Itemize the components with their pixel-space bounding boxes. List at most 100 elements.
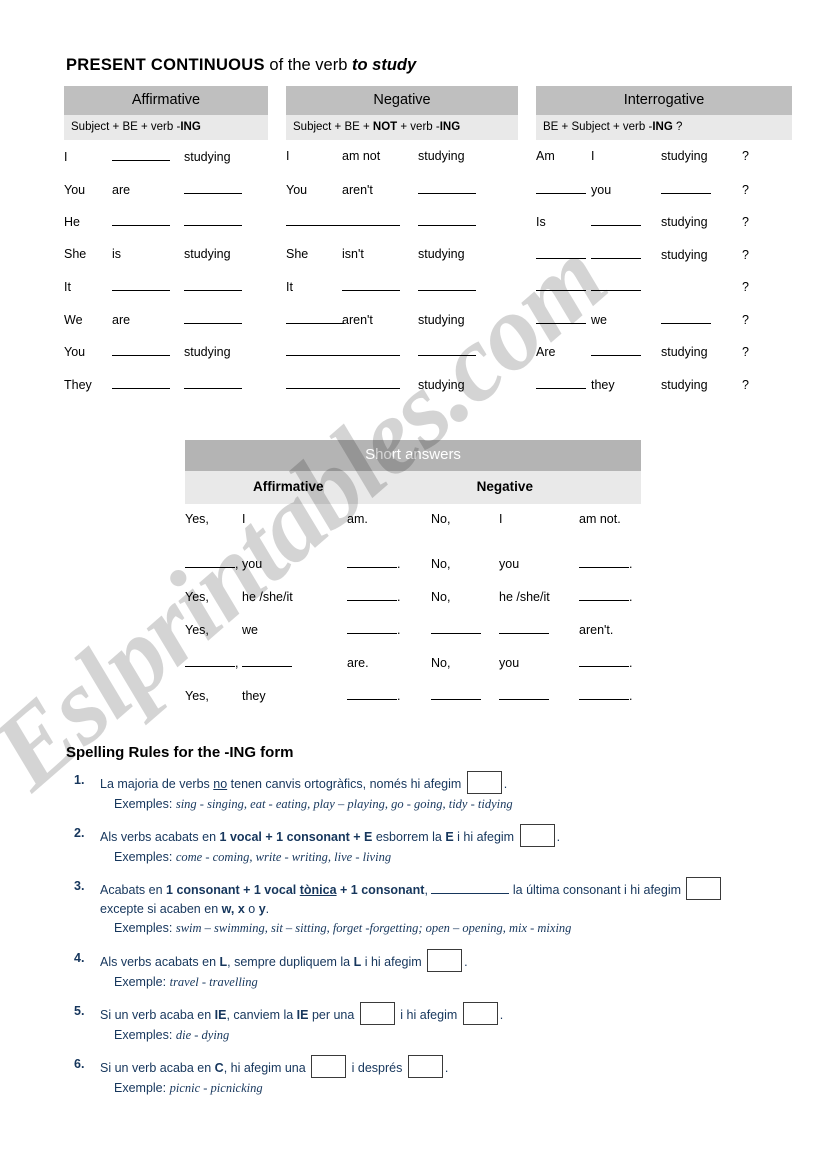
yes-cell: Yes, [185,512,209,526]
short-answers-col-affirmative: Affirmative [253,479,324,494]
table-row: Is studying ? [536,214,792,247]
blank-line[interactable] [112,279,170,291]
blank-line[interactable] [342,377,400,389]
blank-line[interactable] [418,214,476,226]
ing-cell [661,312,735,327]
blank-line[interactable] [418,279,476,291]
be-cell [536,247,591,262]
blank-line[interactable] [342,279,400,291]
answer-box[interactable] [427,948,463,972]
rule-text: excepte si acaben en [100,902,222,917]
subject-cell: They [64,377,92,392]
rule-underline: no [213,777,228,791]
blank-line[interactable] [112,149,170,161]
blank-line[interactable] [184,279,242,291]
blank-line[interactable] [286,377,344,389]
blank-line[interactable] [342,214,400,226]
table-row: Are studying ? [536,344,792,377]
verb-cell [342,214,418,229]
negative-formula-not: NOT [372,121,398,133]
blank-line[interactable] [184,312,242,324]
answer-box[interactable] [686,877,722,901]
table-row: We are [64,312,268,345]
blank-line[interactable] [184,214,242,226]
short-answers-table: Short answers Affirmative Negative Yes, … [185,440,641,721]
blank-line[interactable] [431,622,481,634]
blank-line[interactable] [661,312,711,324]
blank-line[interactable] [536,182,586,194]
interrogative-table: Interrogative BE + Subject + verb -ING ?… [536,86,792,409]
subject-cell: You [64,345,86,359]
rule-item: 2. Als verbs acabats en 1 vocal + 1 conso… [66,824,766,866]
rule-text: . [464,954,468,969]
be-cell: Am [536,149,555,163]
yes-cell: , [185,655,242,670]
subject-cell: you [499,557,520,571]
blank-line[interactable] [347,589,397,601]
blank-line[interactable] [342,344,400,356]
table-row: They [64,377,268,410]
blank-line[interactable] [184,377,242,389]
rule-bold: IE [214,1007,227,1022]
blank-line[interactable] [184,182,242,194]
verb-cell [112,377,184,392]
blank-line[interactable] [591,214,641,226]
blank-line[interactable] [347,622,397,634]
answer-box[interactable] [407,1054,443,1078]
blank-line[interactable] [579,688,629,700]
table-row: you ? [536,182,792,215]
blank-line[interactable] [579,589,629,601]
table-row: It [286,279,518,312]
rule-item: 6. Si un verb acaba en C, hi afegim una i… [66,1054,766,1097]
blank-line[interactable] [242,655,292,667]
table-row: Yes, I am. No, I am not. [185,512,641,556]
blank-line[interactable] [499,688,549,700]
blank-line[interactable] [286,344,344,356]
blank-line[interactable] [579,655,629,667]
blank-line[interactable] [112,377,170,389]
table-row: You are [64,182,268,215]
blank-line[interactable] [431,688,481,700]
blank-line[interactable] [536,377,586,389]
verb-cell: am not. [579,512,621,526]
blank-line[interactable] [418,344,476,356]
rule-text: , [424,883,432,898]
table-row: studying ? [536,247,792,280]
subject-cell: He [64,215,80,229]
blank-line[interactable] [661,182,711,194]
examples-text: picnic - picnicking [169,1080,263,1095]
blank-line[interactable] [286,214,344,226]
ing-cell [184,182,264,197]
blank-line[interactable] [591,279,641,291]
blank-line[interactable] [536,279,586,291]
blank-line[interactable] [185,655,235,667]
blank-line[interactable] [431,882,510,895]
blank-line[interactable] [112,214,170,226]
answer-box[interactable] [359,1001,395,1025]
answer-box[interactable] [462,1001,498,1025]
yes-cell: Yes, [185,689,209,703]
answer-box[interactable] [466,771,502,794]
ing-cell [661,182,735,197]
verb-cell [112,344,184,359]
blank-line[interactable] [579,556,629,568]
answer-box[interactable] [311,1054,347,1078]
answer-box[interactable] [519,824,555,848]
blank-line[interactable] [536,312,586,324]
blank-line[interactable] [347,688,397,700]
blank-line[interactable] [499,622,549,634]
blank-line[interactable] [418,182,476,194]
blank-line[interactable] [286,312,344,324]
blank-line[interactable] [347,556,397,568]
blank-line[interactable] [591,247,641,259]
examples-text: travel - travelling [169,974,258,989]
short-answers-col-negative: Negative [476,479,533,494]
blank-line[interactable] [112,344,170,356]
spelling-rules-section: Spelling Rules for the -ING form 1. La ma… [66,744,766,1108]
negative-rows: I am not studying You aren't She isn't s… [286,149,518,409]
negative-header: Negative [286,86,518,115]
blank-line[interactable] [591,344,641,356]
blank-line[interactable] [185,556,235,568]
blank-line[interactable] [536,247,586,259]
ing-cell: studying [184,246,231,261]
